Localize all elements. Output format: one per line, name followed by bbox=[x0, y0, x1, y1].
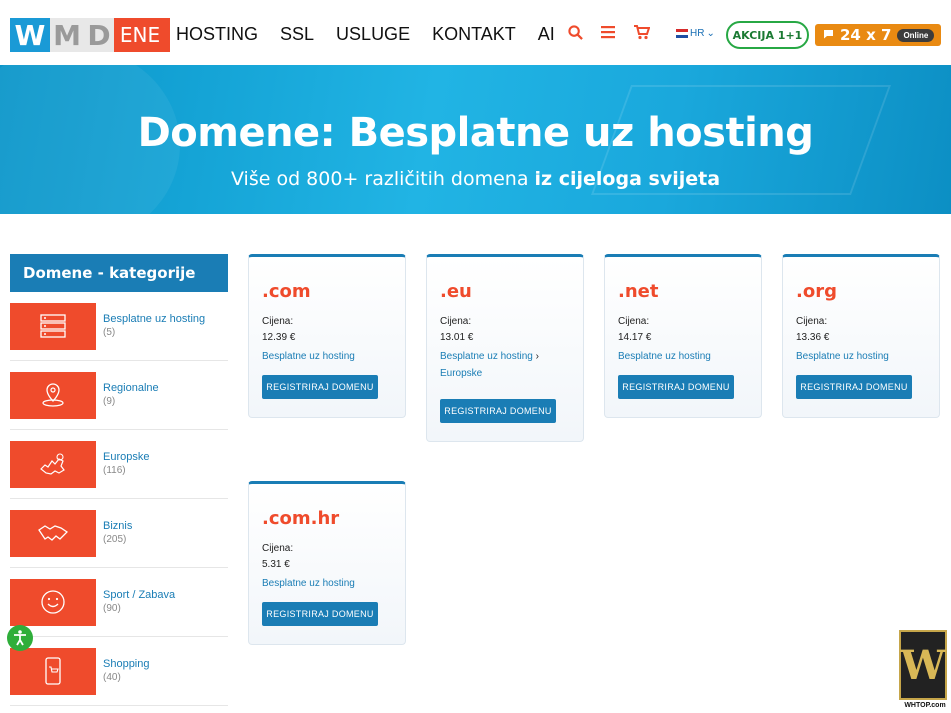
nav-ssl[interactable]: SSL bbox=[280, 24, 314, 45]
price-value: 14.17 € bbox=[618, 332, 652, 343]
price-value: 13.01 € bbox=[440, 332, 474, 343]
domain-card-org: .org Cijena: 13.36 € Besplatne uz hostin… bbox=[782, 254, 940, 418]
akcija-button[interactable]: AKCIJA 1+1 bbox=[726, 21, 809, 49]
page-title: Domene: Besplatne uz hosting bbox=[137, 110, 814, 156]
menu-icon[interactable] bbox=[601, 25, 615, 44]
domain-tld: .org bbox=[796, 281, 837, 302]
watermark-text: WHTOP.com bbox=[904, 702, 946, 709]
mobile-cart-icon bbox=[10, 647, 96, 695]
domain-tld: .com bbox=[262, 281, 311, 302]
sidebar-item-count: (116) bbox=[103, 465, 126, 476]
sidebar-item-count: (9) bbox=[103, 396, 116, 407]
whtop-watermark: W WHTOP.com bbox=[899, 630, 951, 713]
sidebar-item-label: Sport / Zabava bbox=[103, 589, 176, 601]
cart-icon[interactable] bbox=[634, 25, 651, 45]
price-label: Cijena: bbox=[796, 316, 828, 327]
register-domain-button[interactable]: REGISTRIRAJ DOMENU bbox=[618, 375, 734, 399]
price-label: Cijena: bbox=[618, 316, 650, 327]
domain-tld: .net bbox=[618, 281, 659, 302]
domain-tld: .eu bbox=[440, 281, 472, 302]
sidebar-item-label: Besplatne uz hosting bbox=[103, 313, 206, 325]
category-link[interactable]: Besplatne uz hosting bbox=[440, 351, 533, 362]
page-subtitle: Više od 800+ različitih domena iz cijelo… bbox=[0, 168, 951, 190]
nav-usluge[interactable]: USLUGE bbox=[336, 24, 410, 45]
register-domain-button[interactable]: REGISTRIRAJ DOMENU bbox=[262, 375, 378, 399]
subtitle-plain: Više od 800+ različitih domena bbox=[230, 168, 535, 190]
croatia-flag-icon bbox=[676, 29, 688, 38]
price-value: 5.31 € bbox=[262, 559, 290, 570]
domain-card-com: .com Cijena: 12.39 € Besplatne uz hostin… bbox=[248, 254, 406, 418]
price-label: Cijena: bbox=[262, 543, 294, 554]
register-domain-button[interactable]: REGISTRIRAJ DOMENU bbox=[440, 399, 556, 423]
sidebar-item-count: (90) bbox=[103, 603, 121, 614]
sidebar-item-biznis[interactable]: Biznis (205) bbox=[10, 499, 228, 568]
chat-bubble-icon bbox=[823, 29, 834, 42]
logo-letter-w: W bbox=[10, 18, 50, 52]
register-domain-button[interactable]: REGISTRIRAJ DOMENU bbox=[796, 375, 912, 399]
price-value: 13.36 € bbox=[796, 332, 830, 343]
sidebar-item-count: (205) bbox=[103, 534, 127, 545]
nav-hosting[interactable]: HOSTING bbox=[176, 24, 258, 45]
nav-ai[interactable]: AI bbox=[538, 24, 555, 45]
language-code: HR bbox=[690, 28, 705, 39]
category-sidebar: Domene - kategorije Besplatne uz hosting… bbox=[10, 254, 228, 706]
location-pin-icon bbox=[10, 371, 96, 419]
accessibility-button[interactable] bbox=[7, 625, 33, 651]
sidebar-item-sport-zabava[interactable]: Sport / Zabava (90) bbox=[10, 568, 228, 637]
category-link[interactable]: Besplatne uz hosting bbox=[262, 351, 355, 362]
sidebar-item-label: Biznis bbox=[103, 520, 133, 532]
europe-map-icon bbox=[10, 440, 96, 488]
chat-label: 24 x 7 bbox=[840, 26, 892, 44]
chevron-right-icon: › bbox=[535, 351, 539, 362]
logo[interactable]: W M D ENE bbox=[10, 18, 170, 52]
category-link[interactable]: Besplatne uz hosting bbox=[796, 351, 889, 362]
server-icon bbox=[10, 302, 96, 350]
sidebar-item-label: Shopping bbox=[103, 658, 150, 670]
category-link[interactable]: Europske bbox=[440, 368, 482, 379]
category-link[interactable]: Besplatne uz hosting bbox=[618, 351, 711, 362]
domain-card-com-hr: .com.hr Cijena: 5.31 € Besplatne uz host… bbox=[248, 481, 406, 645]
price-label: Cijena: bbox=[440, 316, 472, 327]
language-switcher[interactable]: HR ⌄ bbox=[676, 28, 715, 39]
sidebar-item-count: (40) bbox=[103, 672, 121, 683]
sidebar-item-regionalne[interactable]: Regionalne (9) bbox=[10, 361, 228, 430]
logo-ene: ENE bbox=[114, 18, 170, 52]
domain-card-eu: .eu Cijena: 13.01 € Besplatne uz hosting… bbox=[426, 254, 584, 442]
sidebar-item-label: Regionalne bbox=[103, 382, 159, 394]
sidebar-item-shopping[interactable]: Shopping (40) bbox=[10, 637, 228, 706]
search-icon[interactable] bbox=[568, 25, 583, 45]
sidebar-title: Domene - kategorije bbox=[10, 254, 228, 292]
site-header: W M D ENE HOSTING SSL USLUGE KONTAKT AI … bbox=[0, 0, 951, 65]
main-nav: HOSTING SSL USLUGE KONTAKT AI bbox=[176, 24, 577, 45]
smiley-icon bbox=[10, 578, 96, 626]
watermark-logo: W bbox=[899, 630, 947, 700]
price-label: Cijena: bbox=[262, 316, 294, 327]
sidebar-item-besplatne[interactable]: Besplatne uz hosting (5) bbox=[10, 292, 228, 361]
logo-letter-m: M bbox=[50, 18, 84, 52]
domain-tld: .com.hr bbox=[262, 508, 340, 529]
price-value: 12.39 € bbox=[262, 332, 296, 343]
chat-status-badge: Online bbox=[897, 28, 935, 42]
domain-card-net: .net Cijena: 14.17 € Besplatne uz hostin… bbox=[604, 254, 762, 418]
hero-banner: Domene: Besplatne uz hosting Više od 800… bbox=[0, 65, 951, 214]
live-chat-button[interactable]: 24 x 7 Online bbox=[815, 24, 941, 46]
nav-kontakt[interactable]: KONTAKT bbox=[432, 24, 516, 45]
handshake-icon bbox=[10, 509, 96, 557]
category-link[interactable]: Besplatne uz hosting bbox=[262, 578, 355, 589]
sidebar-item-label: Europske bbox=[103, 451, 150, 463]
chevron-down-icon: ⌄ bbox=[706, 28, 715, 39]
sidebar-item-count: (5) bbox=[103, 327, 116, 338]
subtitle-bold: iz cijeloga svijeta bbox=[534, 168, 721, 190]
sidebar-item-europske[interactable]: Europske (116) bbox=[10, 430, 228, 499]
logo-letter-d: D bbox=[84, 18, 114, 52]
register-domain-button[interactable]: REGISTRIRAJ DOMENU bbox=[262, 602, 378, 626]
